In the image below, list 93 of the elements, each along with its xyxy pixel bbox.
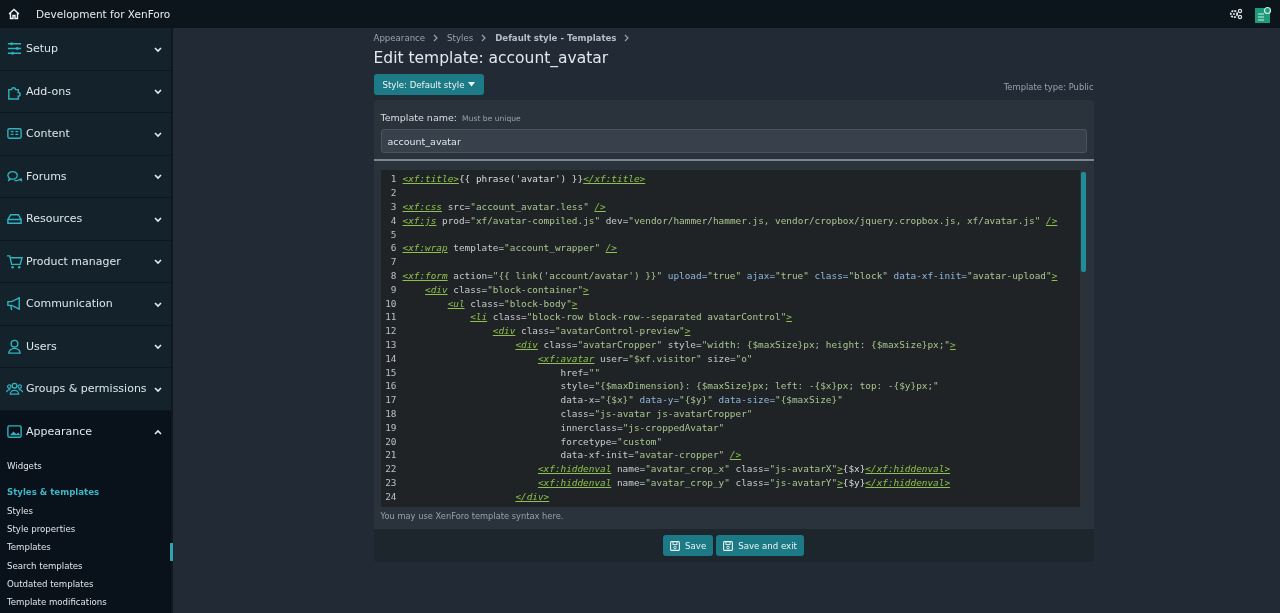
sidebar-item[interactable]: Forums (0, 155, 171, 198)
caret-icon (468, 82, 476, 87)
code-line: innerclass="js-croppedAvatar" (560, 421, 725, 433)
code-line: <xf:title>{{ phrase('avatar') }}</xf:title> (402, 173, 646, 185)
line-number: 15 (384, 366, 397, 378)
code-line: </div> (515, 490, 550, 502)
section-heading: Styles & templates (6, 486, 101, 500)
template-name-field[interactable]: account_avatar (380, 129, 1087, 153)
breadcrumb-link[interactable]: Appearance (373, 33, 426, 43)
line-number: 23 (384, 476, 397, 488)
line-number: 6 (389, 242, 397, 254)
line-number: 1 (389, 173, 397, 185)
chevron-down-icon (153, 341, 163, 352)
code-line: <xf:avatar user="$xf.visitor" size="o" (537, 352, 753, 364)
megaphone-icon (6, 295, 23, 313)
code-line: <div class="block-container"> (425, 283, 589, 295)
code-line: forcetype="custom" (560, 435, 663, 447)
code-line: <li class="block-row block-row--separated avatarControl"> (470, 311, 792, 323)
sliders-icon (6, 40, 23, 58)
line-number: 22 (384, 463, 397, 475)
breadcrumb-link[interactable]: Default style - Templates (495, 33, 617, 43)
sidebar-link[interactable]: Outdated templates (0, 574, 171, 594)
chevron-right-icon (624, 34, 631, 42)
person-icon (6, 337, 23, 355)
sidebar-item[interactable]: Groups & permissions (0, 368, 171, 411)
code-line: <xf:wrap template="account_wrapper" /> (402, 242, 617, 254)
sidebar-item[interactable]: Add-ons (0, 70, 171, 113)
page-title: Edit template: account_avatar (373, 49, 610, 67)
line-number: 18 (384, 407, 397, 419)
line-number: 13 (384, 338, 397, 350)
line-number: 11 (384, 311, 397, 323)
code-line: <div class="avatarControl-preview"> (492, 325, 691, 337)
field-label: Template name: (380, 112, 457, 123)
line-number: 10 (384, 297, 397, 309)
sidebar-item[interactable]: Communication (0, 283, 171, 326)
code-line: <xf:hiddenval name="avatar_crop_y" class="js-avatarY">{$y}</xf:hiddenval> (537, 476, 951, 488)
code-line: <div class="avatarCropper" style="width: {$maxSize}px; height: {$maxSize}px;"> (515, 338, 956, 350)
line-number: 3 (389, 201, 397, 212)
line-number: 4 (389, 214, 397, 226)
sidebar-item[interactable]: Appearance (0, 410, 171, 453)
code-line: <xf:hiddenval name="avatar_crop_x" class="js-avatarX">{$x}</xf:hiddenval> (537, 463, 951, 475)
sidebar-link[interactable]: Styles (0, 501, 171, 520)
code-line: data-xf-init="avatar-cropper" /> (560, 449, 742, 461)
breadcrumb-link[interactable]: Styles (447, 33, 474, 43)
sidebar-link[interactable]: Style properties (0, 519, 171, 539)
editor-hint: You may use XenForo template syntax here. (380, 510, 565, 523)
line-number: 19 (384, 421, 397, 433)
line-number: 12 (384, 325, 397, 337)
code-line: <xf:form action="{{ link('account/avatar') }}" upload="true" ajax="true" class="block" data-xf-init="avatar-upload"> (402, 269, 1058, 281)
sidebar-item[interactable]: Setup (0, 28, 171, 71)
template-type: Template type: Public (1003, 81, 1094, 92)
line-number: 14 (384, 352, 397, 364)
scrollbar-thumb[interactable] (1080, 172, 1086, 272)
cart-icon (6, 252, 23, 270)
line-number: 24 (384, 490, 397, 502)
image-icon (6, 423, 23, 441)
line-number: 2 (389, 187, 397, 199)
line-number: 8 (389, 269, 397, 281)
chevron-right-icon (433, 34, 440, 42)
sidebar-link[interactable]: Search templates (0, 556, 171, 575)
save-button[interactable]: Save and exit (716, 535, 804, 556)
sidebar-item[interactable]: Resources (0, 198, 171, 241)
people-icon (6, 380, 23, 398)
line-number: 5 (389, 228, 397, 240)
sidebar-item[interactable]: Content (0, 113, 171, 156)
sidebar-item[interactable]: Users (0, 325, 171, 368)
home-icon[interactable] (8, 8, 20, 20)
chevron-down-icon (153, 86, 163, 97)
app-title[interactable]: Development for XenForo (36, 8, 171, 20)
line-number: 7 (389, 256, 397, 268)
line-number: 9 (389, 283, 397, 295)
chevron-down-icon (153, 171, 163, 182)
chevron-down-icon (153, 256, 163, 267)
code-line: <ul class="block-body"> (447, 297, 578, 309)
code-editor[interactable] (380, 170, 1087, 507)
code-line: href="" (560, 366, 601, 378)
chevron-right-icon (481, 34, 488, 42)
save-button[interactable]: Save (663, 535, 714, 556)
line-number: 16 (384, 380, 397, 392)
sidebar-link[interactable]: Templates (0, 538, 171, 557)
style-dropdown[interactable]: Style: Default style (373, 74, 485, 95)
code-line: <xf:js prod="xf/avatar-compiled.js" dev="vendor/hammer/hammer.js, vendor/cropbox/jquery.cropbox.js, xf/avatar.js" /> (402, 214, 1058, 226)
code-line: data-x="{$x}" data-y="{$y}" data-size="{$maxSize}" (560, 394, 843, 406)
line-number: 17 (384, 394, 397, 406)
line-number: 20 (384, 435, 397, 447)
line-number: 21 (384, 449, 397, 461)
code-line: <xf:css src="account_avatar.less" /> (402, 201, 606, 212)
code-line: style="{$maxDimension}: {$maxSize}px; left: -{$x}px; top: -{$y}px;" (560, 380, 939, 392)
sidebar-link[interactable]: Widgets (0, 457, 171, 476)
code-line: class="js-avatar js-avatarCropper" (560, 407, 753, 419)
scrollbar-thumb[interactable] (170, 543, 173, 561)
sidebar-item[interactable]: Product manager (0, 240, 171, 283)
sidebar-link[interactable]: Template modifications (0, 593, 171, 612)
